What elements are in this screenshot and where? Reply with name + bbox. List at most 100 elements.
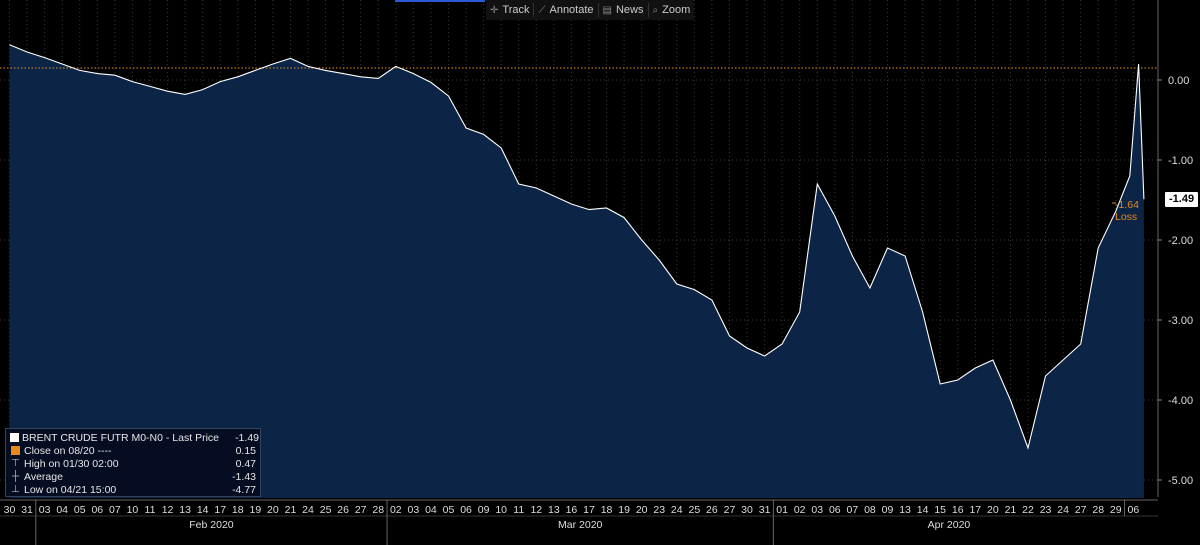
y-tick-label: -5.00 (1168, 475, 1193, 487)
x-day-label: 10 (127, 504, 139, 516)
x-day-label: 12 (162, 504, 174, 516)
close-color-swatch (10, 446, 21, 455)
x-day-label: 18 (232, 504, 244, 516)
x-day-label: 03 (408, 504, 420, 516)
x-month-label: Mar 2020 (558, 519, 603, 531)
x-day-label: 12 (530, 504, 542, 516)
legend-high-row[interactable]: ⊤ High on 01/30 02:00 0.47 (10, 457, 256, 470)
x-day-label: 31 (759, 504, 771, 516)
x-day-label: 26 (706, 504, 718, 516)
x-day-label: 19 (618, 504, 630, 516)
x-day-label: 30 (4, 504, 16, 516)
y-tick-label: -4.00 (1168, 395, 1193, 407)
news-button[interactable]: ▤ News (599, 0, 648, 20)
x-day-label: 30 (741, 504, 753, 516)
x-day-label: 17 (583, 504, 595, 516)
x-day-label: 06 (829, 504, 841, 516)
x-day-label: 05 (443, 504, 455, 516)
x-day-label: 27 (355, 504, 367, 516)
x-day-label: 21 (285, 504, 297, 516)
news-icon: ▤ (602, 4, 612, 16)
legend-close-value: 0.15 (235, 444, 256, 457)
legend-high-value: 0.47 (235, 457, 256, 470)
x-day-label: 01 (776, 504, 788, 516)
x-month-label: Feb 2020 (189, 519, 234, 531)
loss-annotation: -1.64 Loss (1115, 199, 1139, 223)
x-day-label: 02 (794, 504, 806, 516)
chart-toolbar: ✛ Track ⟋ Annotate ▤ News ⌕ Zoom (486, 0, 695, 20)
track-label: Track (502, 4, 530, 16)
x-day-label: 25 (688, 504, 700, 516)
x-day-label: 26 (337, 504, 349, 516)
legend-high-label: High on 01/30 02:00 (24, 457, 119, 470)
y-tick-label: -3.00 (1168, 315, 1193, 327)
annotate-button[interactable]: ⟋ Annotate (534, 0, 597, 20)
x-day-label: 19 (249, 504, 261, 516)
legend-series-row[interactable]: BRENT CRUDE FUTR M0-N0 - Last Price -1.4… (10, 431, 259, 444)
y-tick-label: -1.00 (1168, 155, 1193, 167)
x-day-label: 07 (847, 504, 859, 516)
annotate-label: Annotate (549, 4, 594, 16)
zoom-label: Zoom (662, 4, 691, 16)
legend-low-value: -4.77 (232, 483, 256, 496)
x-day-label: 22 (1022, 504, 1034, 516)
y-tick-label: -2.00 (1168, 235, 1193, 247)
x-day-label: 11 (145, 504, 156, 516)
x-day-label: 15 (934, 504, 946, 516)
annotation-label: Loss (1115, 211, 1138, 223)
x-day-label: 29 (1110, 504, 1122, 516)
x-day-label: 24 (671, 504, 683, 516)
x-day-label: 16 (952, 504, 964, 516)
x-day-label: 09 (882, 504, 894, 516)
x-day-label: 14 (197, 504, 209, 516)
legend-series-label: BRENT CRUDE FUTR M0-N0 - Last Price (22, 431, 219, 444)
crosshair-icon: ✛ (490, 4, 499, 16)
x-day-label: 06 (1127, 504, 1139, 516)
average-marker-icon: ┼ (11, 470, 20, 482)
x-day-label: 17 (969, 504, 981, 516)
x-day-label: 16 (566, 504, 578, 516)
x-day-label: 17 (214, 504, 226, 516)
low-marker-icon: ⊥ (11, 483, 20, 495)
x-day-label: 05 (74, 504, 86, 516)
chart-legend: BRENT CRUDE FUTR M0-N0 - Last Price -1.4… (5, 428, 261, 497)
x-day-label: 02 (390, 504, 402, 516)
x-day-label: 28 (372, 504, 384, 516)
x-day-label: 13 (899, 504, 911, 516)
magnifier-icon: ⌕ (652, 4, 659, 16)
annotation-value: -1.64 (1115, 199, 1139, 211)
x-day-label: 23 (1040, 504, 1052, 516)
x-day-label: 06 (91, 504, 103, 516)
toolbar-accent-bar (395, 0, 485, 2)
x-day-label: 20 (267, 504, 279, 516)
pencil-icon: ⟋ (538, 4, 546, 16)
legend-low-label: Low on 04/21 15:00 (24, 483, 117, 496)
news-label: News (615, 4, 644, 16)
x-day-label: 24 (1057, 504, 1069, 516)
zoom-button[interactable]: ⌕ Zoom (649, 0, 695, 20)
legend-average-label: Average (24, 470, 63, 483)
legend-average-row[interactable]: ┼ Average -1.43 (10, 470, 256, 483)
x-day-label: 20 (987, 504, 999, 516)
legend-average-value: -1.43 (232, 470, 256, 483)
x-month-label: Apr 2020 (928, 519, 971, 531)
x-day-label: 13 (548, 504, 560, 516)
x-day-label: 31 (21, 504, 33, 516)
x-day-label: 08 (864, 504, 876, 516)
x-day-label: 21 (1005, 504, 1017, 516)
x-day-label: 14 (917, 504, 929, 516)
x-day-label: 04 (425, 504, 437, 516)
y-tick-label: 0.00 (1168, 75, 1189, 87)
x-day-label: 27 (1075, 504, 1087, 516)
x-day-label: 13 (179, 504, 191, 516)
high-marker-icon: ⊤ (11, 457, 20, 469)
legend-low-row[interactable]: ⊥ Low on 04/21 15:00 -4.77 (10, 483, 256, 496)
x-day-label: 18 (601, 504, 613, 516)
x-day-label: 10 (495, 504, 507, 516)
x-day-label: 23 (653, 504, 665, 516)
x-day-label: 20 (636, 504, 648, 516)
x-day-label: 03 (39, 504, 51, 516)
legend-close-row[interactable]: Close on 08/20 ---- 0.15 (10, 444, 256, 457)
x-day-label: 07 (109, 504, 121, 516)
track-button[interactable]: ✛ Track (486, 0, 533, 20)
